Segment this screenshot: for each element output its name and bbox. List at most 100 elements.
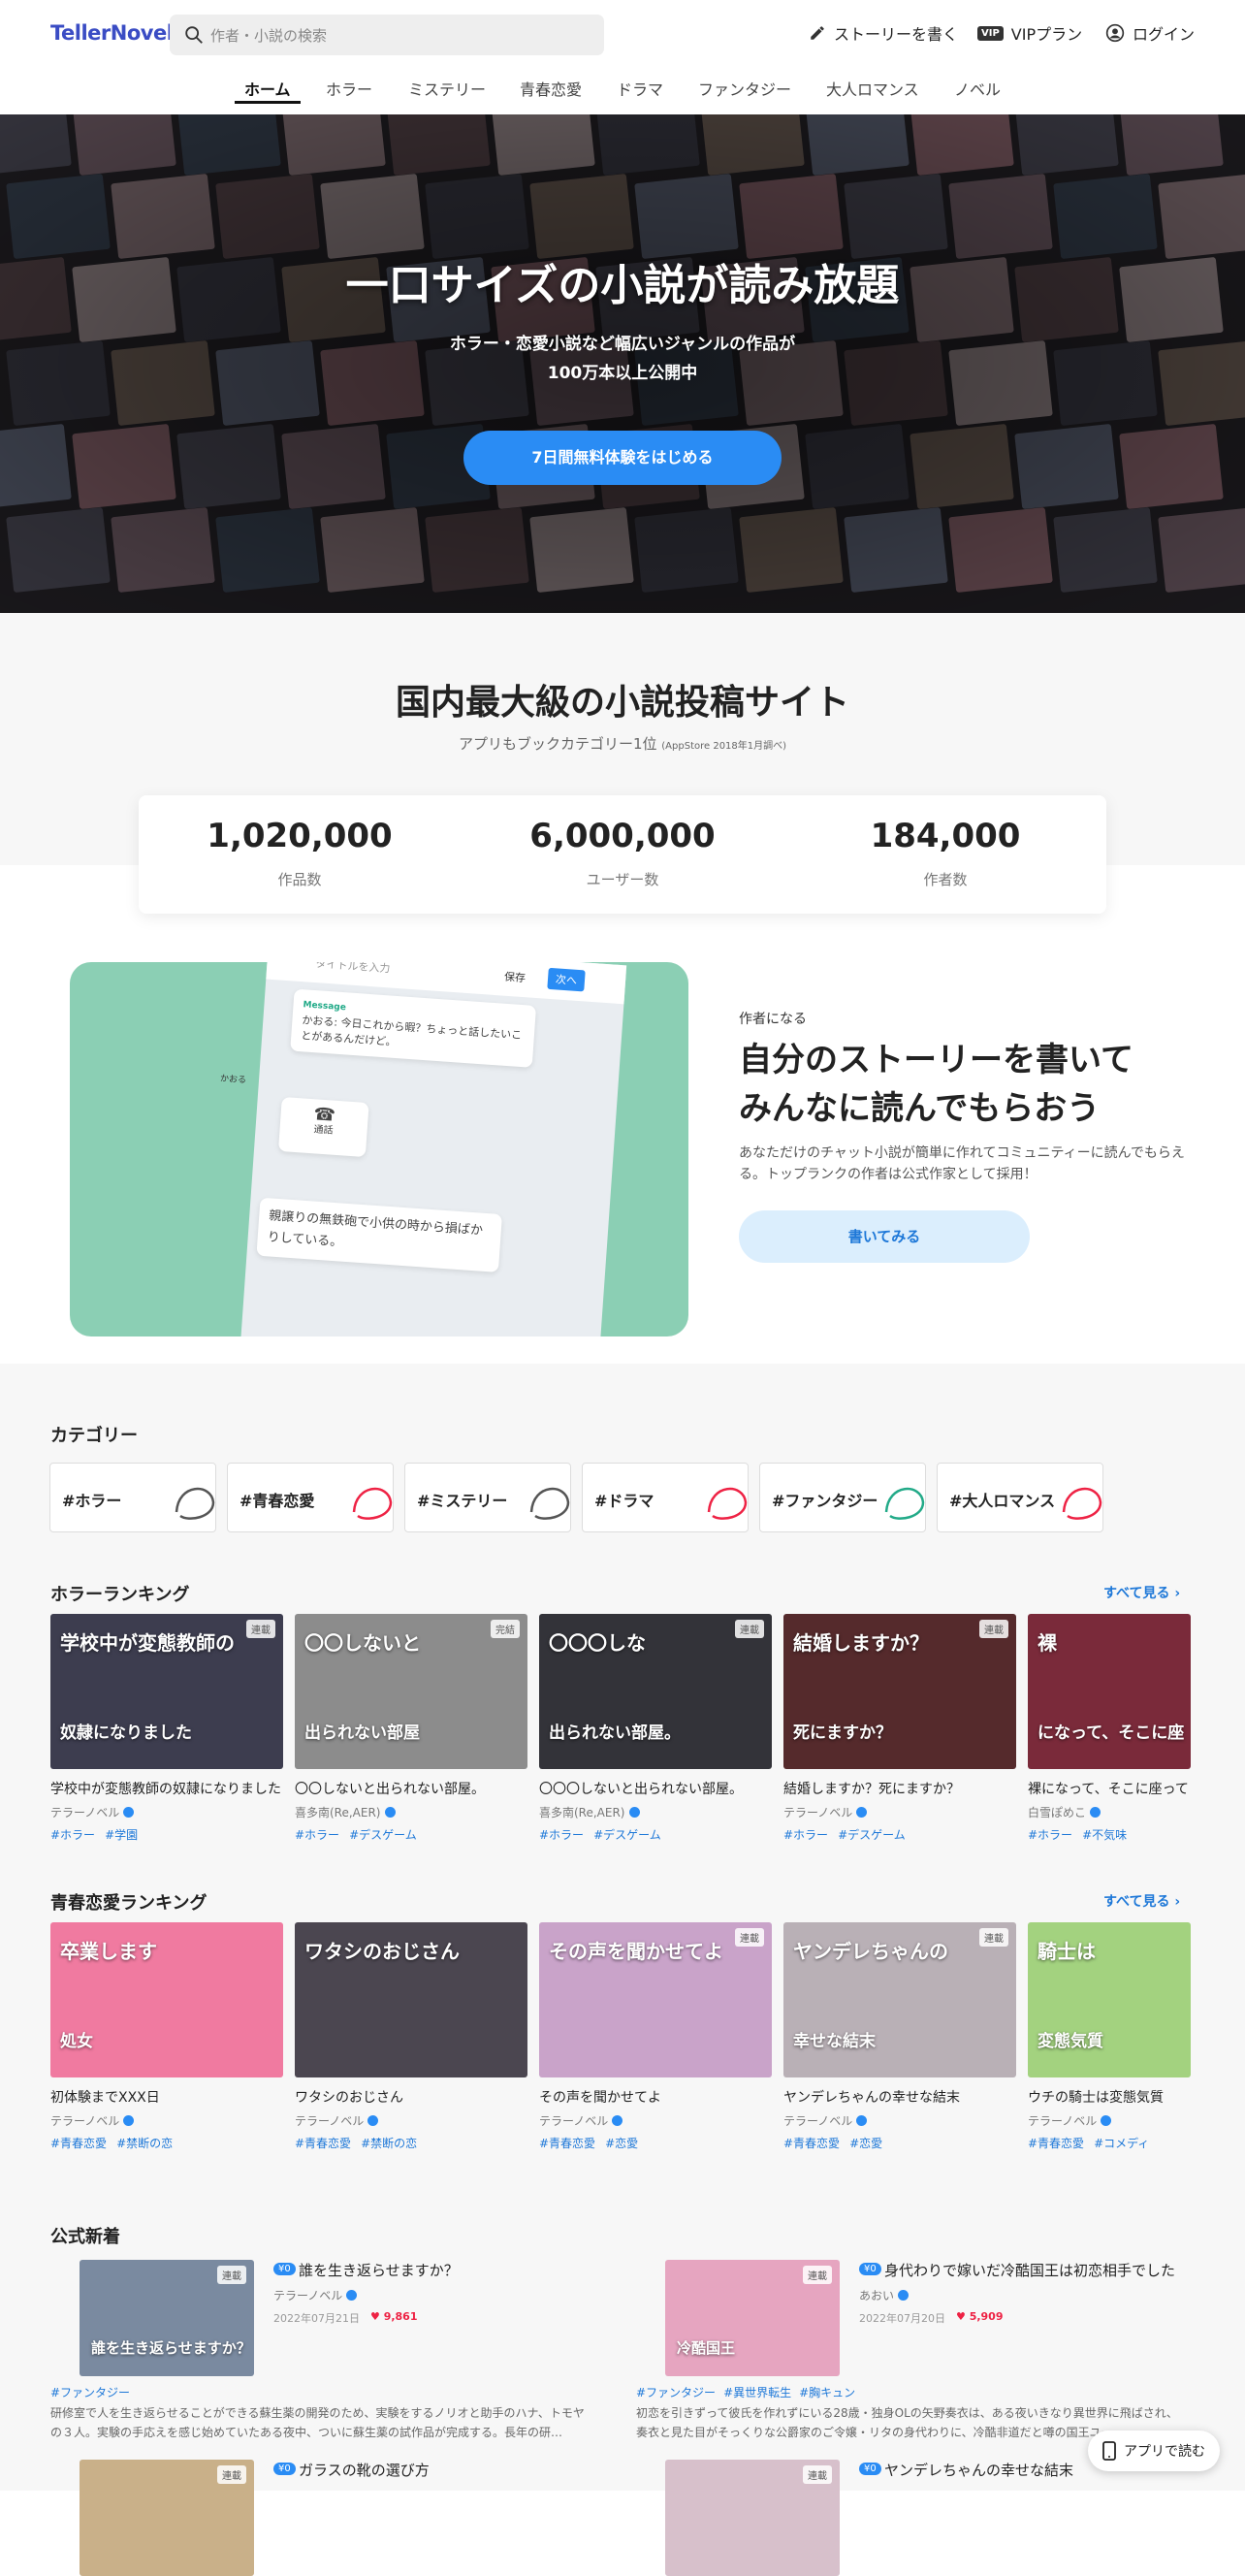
tag-link[interactable]: #学園 [105,1828,138,1842]
book-card[interactable]: 〇〇〇しな 出られない部屋。 連載 〇〇〇しないと出られない部屋。 喜多南(Re,AER… [539,1614,772,1843]
vip-icon: VIP [977,25,1004,41]
tag-link[interactable]: #恋愛 [849,2137,882,2150]
cover-title: ワタシのおじさん [304,1940,460,1963]
romance-see-all-link[interactable]: すべて見る › [1103,1891,1180,1911]
news-tags: #ファンタジー #異世界転生 #胸キュン [636,2384,863,2400]
tab-novel[interactable]: ノベル [954,77,1001,100]
tag-link[interactable]: #デスゲーム [838,1828,906,1842]
verified-icon [123,2115,135,2126]
tag-link[interactable]: #禁断の恋 [361,2137,417,2150]
cover-subtitle: 幸せな結末 [793,2032,876,2051]
stat-number: 184,000 [870,817,1021,855]
book-card[interactable]: ヤンデレちゃんの 幸せな結末 連載 ヤンデレちゃんの幸せな結末 テラーノベル #青春恋愛 #… [783,1922,1016,2151]
write-story-label: ストーリーを書く [834,25,959,44]
tag-link[interactable]: #デスゲーム [349,1828,417,1842]
status-badge: 連載 [217,2266,246,2284]
book-title: 裸になって、そこに座って [1028,1782,1189,1797]
book-card[interactable]: 裸になって、そこに座 裸になって、そこに座って 白雪ぽめこ #ホラー #不気味 [1028,1614,1191,1843]
book-card[interactable]: ワタシのおじさん ワタシのおじさん テラーノベル #青春恋愛 #禁断の恋 [295,1922,527,2151]
verified-icon [898,2290,910,2301]
tag-link[interactable]: #ホラー [783,1828,828,1842]
stats-note: (AppStore 2018年1月調べ) [661,741,787,752]
status-badge: 連載 [246,1620,275,1638]
search-input[interactable]: 作者・小説の検索 [210,25,327,46]
tag-link[interactable]: #青春恋愛 [539,2137,595,2150]
horror-see-all-link[interactable]: すべて見る › [1103,1583,1180,1602]
tag-link[interactable]: #不気味 [1082,1828,1127,1842]
tab-adult-romance[interactable]: 大人ロマンス [826,77,919,100]
book-cover: 結婚しますか？ 死にますか？ 連載 [783,1614,1016,1769]
book-title: 学校中が変態教師の奴隷になりました [50,1782,281,1797]
hero-subtitle-2: 100万本以上公開中 [547,364,698,383]
message-bubble: Message かおる: 今日これから暇？ちょっと話したいことがあるんだけど。 [290,988,537,1068]
cover-subtitle: 処女 [60,2032,93,2051]
cover-title: 冷酷国王 [677,2339,736,2357]
tag-link[interactable]: #青春恋愛 [1028,2137,1084,2150]
try-writing-button[interactable]: 書いてみる [739,1210,1030,1263]
tag-link[interactable]: #ファンタジー [50,2386,130,2399]
tag-link[interactable]: #青春恋愛 [295,2137,351,2150]
category-card[interactable]: #ドラマ [582,1463,749,1532]
romance-ranking-title: 青春恋愛ランキング [50,1893,208,1914]
tag-link[interactable]: #青春恋愛 [783,2137,840,2150]
book-card[interactable]: 騎士は 変態気質 ウチの騎士は変態気質 テラーノベル #青春恋愛 #コメディ [1028,1922,1191,2151]
write-story-link[interactable]: ストーリーを書く [809,21,958,45]
category-label: #青春恋愛 [239,1492,315,1510]
tag-link[interactable]: #禁断の恋 [116,2137,173,2150]
book-title: 結婚しますか？死にますか？ [783,1782,960,1797]
tag-link[interactable]: #ホラー [539,1828,584,1842]
tag-link[interactable]: #ホラー [50,1828,95,1842]
news-cover: 連載 [665,2460,840,2576]
free-trial-button[interactable]: 7日間無料体験をはじめる [463,431,782,485]
category-card[interactable]: #ファンタジー [759,1463,926,1532]
category-card[interactable]: #青春恋愛 [227,1463,394,1532]
category-label: #ファンタジー [772,1492,878,1510]
tag-link[interactable]: #ファンタジー [636,2386,716,2399]
horror-ranking-title: ホラーランキング [50,1585,190,1605]
cover-title: 学校中が変態教師の [60,1631,235,1655]
tab-romance[interactable]: 青春恋愛 [520,77,582,100]
tag-link[interactable]: #青春恋愛 [50,2137,107,2150]
category-card[interactable]: #ミステリー [404,1463,571,1532]
book-title: 〇〇しないと出られない部屋。 [295,1782,485,1797]
book-card[interactable]: 卒業します 処女 初体験までXXX日 テラーノベル #青春恋愛 #禁断の恋 [50,1922,283,2151]
tab-fantasy[interactable]: ファンタジー [698,77,791,100]
open-app-button[interactable]: アプリで読む [1088,2431,1220,2471]
search-bar[interactable]: 作者・小説の検索 [170,15,604,55]
category-icon [352,1487,393,1520]
news-tags: #ファンタジー [50,2384,138,2400]
stat-label: ユーザー数 [586,871,659,888]
tab-drama[interactable]: ドラマ [617,77,663,100]
book-author: 白雪ぽめこ [1028,1804,1191,1820]
tag-link[interactable]: #デスゲーム [593,1828,661,1842]
tag-link[interactable]: #ホラー [295,1828,339,1842]
categories-title: カテゴリー [50,1426,138,1446]
tag-link[interactable]: #胸キュン [799,2386,855,2399]
vip-plan-link[interactable]: VIP VIPプラン [977,21,1082,45]
genre-nav: ホーム ホラー ミステリー 青春恋愛 ドラマ ファンタジー 大人ロマンス ノベル [0,74,1245,109]
category-icon [175,1487,215,1520]
book-card[interactable]: その声を聞かせてよ 連載 その声を聞かせてよ テラーノベル #青春恋愛 #恋愛 [539,1922,772,2151]
book-card[interactable]: 学校中が変態教師の 奴隷になりました 連載 学校中が変態教師の奴隷になりました テラーノ… [50,1614,283,1843]
login-link[interactable]: ログイン [1105,21,1195,45]
tab-horror[interactable]: ホラー [326,77,372,100]
tag-link[interactable]: #恋愛 [605,2137,638,2150]
tab-home[interactable]: ホーム [244,77,291,100]
book-cover: 卒業します 処女 [50,1922,283,2077]
category-icon [707,1487,748,1520]
site-header: TellerNovel 作者・小説の検索 ストーリーを書く VIP VIPプラン… [0,0,1245,114]
logo[interactable]: TellerNovel [50,21,174,45]
hero-title: 一口サイズの小説が読み放題 [345,261,900,310]
status-badge: 連載 [217,2465,246,2484]
category-label: #大人ロマンス [949,1492,1056,1510]
tag-link[interactable]: #コメディ [1094,2137,1149,2150]
tag-link[interactable]: #ホラー [1028,1828,1072,1842]
book-card[interactable]: 〇〇しないと 出られない部屋 完結 〇〇しないと出られない部屋。 喜多南(Re,AER)… [295,1614,527,1843]
book-title: 初体験までXXX日 [50,2090,160,2106]
verified-icon [856,2115,868,2126]
tab-mystery[interactable]: ミステリー [408,77,486,100]
category-card[interactable]: #大人ロマンス [937,1463,1103,1532]
book-card[interactable]: 結婚しますか？ 死にますか？ 連載 結婚しますか？死にますか？ テラーノベル #ホラー #デ… [783,1614,1016,1843]
category-card[interactable]: #ホラー [49,1463,216,1532]
tag-link[interactable]: #異世界転生 [723,2386,791,2399]
